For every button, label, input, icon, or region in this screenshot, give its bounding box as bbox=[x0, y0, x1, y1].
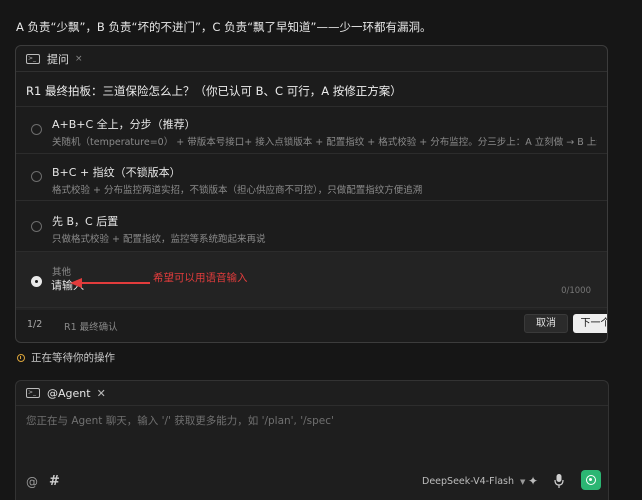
agent-chat-panel: >_ @Agent ✕ @ # DeepSeek-V4-Flash ▼ ✦ bbox=[15, 380, 609, 500]
model-name: DeepSeek-V4-Flash bbox=[422, 476, 514, 487]
question-panel-title: 提问 bbox=[47, 52, 69, 66]
record-icon bbox=[586, 475, 596, 485]
waiting-text: 正在等待你的操作 bbox=[31, 352, 115, 364]
question-panel: >_ 提问 × R1 最终拍板：三道保险怎么上？（你已认可 B、C 可行，A 按… bbox=[15, 45, 608, 343]
next-button[interactable]: 下一个 bbox=[573, 314, 607, 333]
clock-icon bbox=[17, 353, 25, 362]
hash-icon[interactable]: # bbox=[49, 474, 60, 489]
option-description: 只做格式校验 + 配置指纹，监控等系统跑起来再说 bbox=[52, 234, 266, 245]
tools-icon[interactable]: ✕ bbox=[97, 387, 106, 400]
send-button[interactable] bbox=[581, 470, 601, 490]
option-title: A+B+C 全上，分步（推荐） bbox=[52, 118, 196, 131]
page-indicator: 1/2 bbox=[27, 319, 43, 330]
question-panel-footer: 1/2 R1 最终确认 取消 下一个 bbox=[16, 307, 607, 342]
annotation-text: 希望可以用语音输入 bbox=[153, 272, 248, 284]
cancel-button[interactable]: 取消 bbox=[524, 314, 568, 333]
chat-input[interactable] bbox=[26, 415, 586, 427]
option-item[interactable]: 先 B，C 后置 只做格式校验 + 配置指纹，监控等系统跑起来再说 bbox=[16, 200, 607, 251]
page-label: R1 最终确认 bbox=[64, 322, 118, 333]
option-title: 先 B，C 后置 bbox=[52, 215, 119, 228]
other-label: 其他 bbox=[52, 267, 72, 278]
radio-button-selected[interactable] bbox=[31, 276, 42, 287]
radio-button[interactable] bbox=[31, 171, 42, 182]
radio-button[interactable] bbox=[31, 221, 42, 232]
mention-icon[interactable]: @ bbox=[26, 475, 38, 489]
close-icon[interactable]: × bbox=[75, 54, 83, 64]
microphone-icon[interactable] bbox=[554, 473, 564, 489]
agent-name[interactable]: @Agent bbox=[47, 387, 91, 400]
intro-message: A 负责“少飘”，B 负责“坏的不进门”，C 负责“飘了早知道”——少一环都有漏… bbox=[16, 20, 432, 34]
option-title: B+C + 指纹（不锁版本） bbox=[52, 166, 181, 179]
model-selector[interactable]: DeepSeek-V4-Flash ▼ bbox=[422, 476, 525, 487]
question-panel-header: >_ 提问 × bbox=[16, 46, 607, 72]
agent-panel-header: >_ @Agent ✕ bbox=[16, 381, 608, 406]
waiting-status: 正在等待你的操作 bbox=[17, 350, 115, 365]
option-item[interactable]: B+C + 指纹（不锁版本） 格式校验 + 分布监控两道实招，不锁版本（担心供应… bbox=[16, 153, 607, 200]
chevron-down-icon: ▼ bbox=[520, 477, 526, 486]
terminal-icon: >_ bbox=[26, 53, 40, 64]
char-count: 0/1000 bbox=[561, 286, 591, 296]
option-description: 格式校验 + 分布监控两道实招，不锁版本（担心供应商不可控），只做配置指纹方便追… bbox=[52, 185, 423, 196]
sparkle-icon[interactable]: ✦ bbox=[528, 474, 538, 488]
option-description: 关随机（temperature=0） + 带版本号接口+ 接入点锁版本 + 配置… bbox=[52, 137, 597, 148]
radio-button[interactable] bbox=[31, 124, 42, 135]
terminal-icon: >_ bbox=[26, 388, 40, 398]
option-item[interactable]: A+B+C 全上，分步（推荐） 关随机（temperature=0） + 带版本… bbox=[16, 106, 607, 153]
question-text: R1 最终拍板：三道保险怎么上？（你已认可 B、C 可行，A 按修正方案） bbox=[26, 84, 402, 98]
annotation-arrow-icon bbox=[70, 278, 150, 288]
